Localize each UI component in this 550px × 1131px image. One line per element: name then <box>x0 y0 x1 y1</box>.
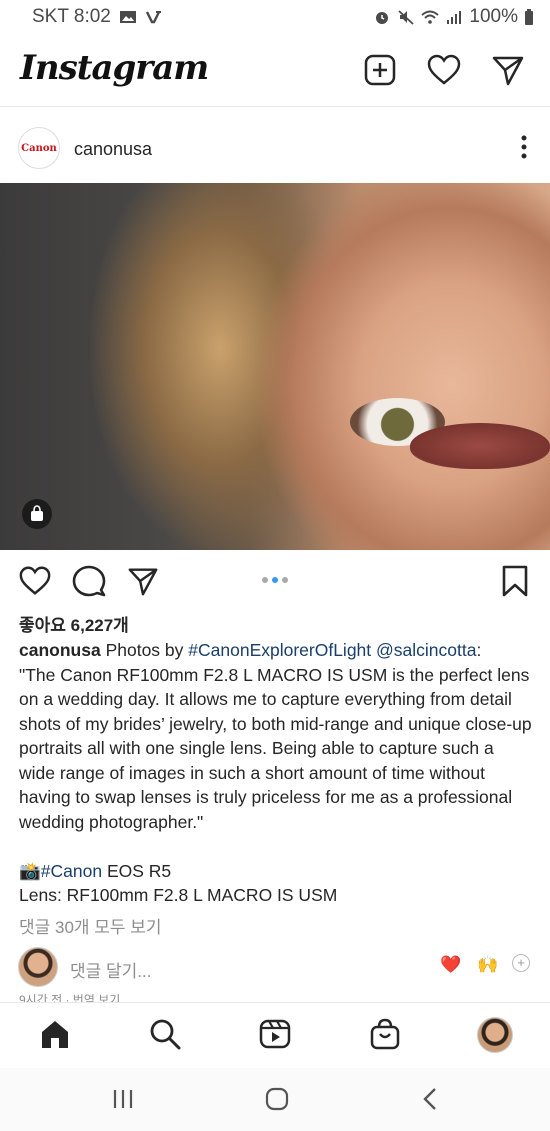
instagram-logo: Instagram <box>20 48 209 88</box>
battery-icon <box>524 9 534 25</box>
camera-emoji: 📸 <box>19 860 41 881</box>
save-icon[interactable] <box>498 564 532 598</box>
recents-icon[interactable] <box>108 1086 138 1112</box>
home-circle-icon[interactable] <box>262 1086 292 1112</box>
caption-hashtag[interactable]: #CanonExplorerOfLight <box>188 640 371 660</box>
app-header: Instagram <box>0 34 550 107</box>
photo-lips <box>410 423 550 469</box>
more-options-icon[interactable] <box>520 135 528 159</box>
likes-count[interactable]: 좋아요 6,227개 <box>19 611 129 636</box>
signal-icon <box>445 9 463 25</box>
carousel-dot <box>262 577 268 583</box>
caption-canon-hashtag[interactable]: #Canon <box>41 861 102 881</box>
reels-icon[interactable] <box>258 1017 292 1051</box>
more-emoji-button[interactable]: + <box>512 954 530 972</box>
caption-colon: : <box>476 640 482 660</box>
caption-username[interactable]: canonusa <box>19 640 101 660</box>
mute-icon <box>397 9 415 25</box>
system-nav-bar <box>0 1068 550 1131</box>
post-actions <box>0 550 550 608</box>
caption-quote: "The Canon RF100mm F2.8 L MACRO IS USM i… <box>19 664 532 832</box>
post-username[interactable]: canonusa <box>74 139 152 160</box>
battery-percent: 100% <box>469 6 518 27</box>
my-avatar <box>18 947 58 987</box>
post-caption: canonusa Photos by #CanonExplorerOfLight… <box>19 638 534 908</box>
wifi-icon <box>421 9 440 25</box>
like-icon[interactable] <box>18 564 52 598</box>
shopping-tag-icon[interactable] <box>22 499 52 529</box>
heart-icon[interactable] <box>426 52 462 88</box>
new-post-icon[interactable] <box>362 52 398 88</box>
profile-avatar[interactable] <box>477 1017 513 1053</box>
share-icon[interactable] <box>126 564 160 598</box>
view-all-comments-link[interactable]: 댓글 30개 모두 보기 <box>19 913 162 938</box>
carousel-indicator <box>262 577 288 583</box>
caption-intro: Photos by <box>100 640 189 660</box>
carousel-dot <box>282 577 288 583</box>
direct-message-icon[interactable] <box>490 52 526 88</box>
status-bar: SKT 8:02 100% <box>0 0 550 34</box>
quick-clap-emoji[interactable]: 🙌 <box>477 955 498 975</box>
quick-heart-emoji[interactable]: ❤️ <box>440 955 461 975</box>
back-icon[interactable] <box>416 1086 446 1112</box>
home-icon[interactable] <box>38 1017 72 1051</box>
carrier-time: SKT 8:02 <box>32 6 111 27</box>
gallery-icon <box>119 9 137 25</box>
carousel-dot-active <box>272 577 278 583</box>
caption-lens: Lens: RF100mm F2.8 L MACRO IS USM <box>19 885 338 905</box>
comment-input[interactable]: 댓글 달기... <box>70 957 151 982</box>
alarm-icon <box>373 9 391 25</box>
comment-icon[interactable] <box>72 564 106 598</box>
v-icon <box>145 9 163 25</box>
add-comment-row: 댓글 달기... ❤️ 🙌 + <box>0 945 550 989</box>
shop-icon[interactable] <box>368 1017 402 1051</box>
search-icon[interactable] <box>148 1017 182 1051</box>
post-avatar[interactable]: Canon <box>18 127 60 169</box>
caption-mention[interactable]: @salcincotta <box>376 640 476 660</box>
caption-camera-model: EOS R5 <box>102 860 172 881</box>
post-photo[interactable] <box>0 183 550 550</box>
bottom-nav <box>0 1002 550 1069</box>
post-header: Canon canonusa <box>0 107 550 183</box>
